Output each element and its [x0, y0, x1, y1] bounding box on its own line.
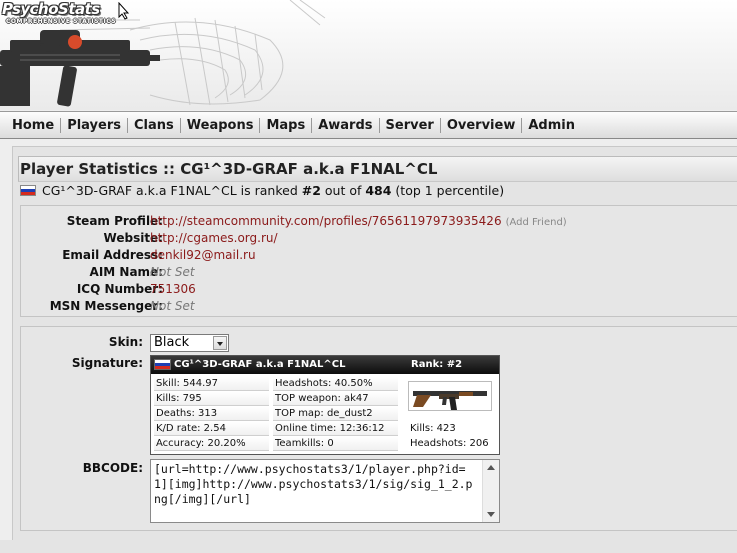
add-friend-link[interactable]: (Add Friend)	[506, 217, 567, 228]
page-title: Player Statistics :: CG¹^3D-GRAF a.k.a F…	[20, 160, 438, 178]
nav-admin[interactable]: Admin	[522, 118, 581, 133]
website-link[interactable]: http://cgames.org.ru/	[150, 231, 278, 245]
russia-flag-icon	[20, 185, 36, 196]
site-header: PsychoStats COMPREHENSIVE STATISTICS	[0, 0, 737, 110]
signature-rank: Rank: #2	[411, 359, 463, 370]
signature-image: CG¹^3D-GRAF a.k.a F1NAL^CL Rank: #2 Skil…	[150, 355, 500, 455]
website-row: Website: http://cgames.org.ru/	[20, 231, 737, 248]
rank-prefix: is ranked	[236, 183, 302, 198]
bbcode-scrollbar[interactable]	[482, 460, 499, 522]
nav-home[interactable]: Home	[6, 117, 62, 133]
sig-weapon-headshots: Headshots: 206	[410, 438, 489, 449]
nav-maps[interactable]: Maps	[260, 117, 313, 133]
steam-profile-label: Steam Profile:	[66, 214, 163, 228]
email-row: Email Address: denkil92@mail.ru	[20, 248, 737, 265]
icq-row: ICQ Number: 751306	[20, 282, 737, 299]
steam-profile-url[interactable]: http://steamcommunity.com/profiles/76561…	[150, 214, 502, 228]
sig-stat-top-map: TOP map: de_dust2	[273, 407, 398, 421]
total-players: 484	[365, 183, 392, 198]
sig-stat-accuracy: Accuracy: 20.20%	[154, 437, 269, 451]
scroll-down-icon[interactable]	[487, 512, 495, 517]
skin-selected-value: Black	[154, 335, 190, 350]
nav-players[interactable]: Players	[61, 117, 128, 133]
nav-overview[interactable]: Overview	[441, 117, 523, 133]
sig-stat-teamkills: Teamkills: 0	[273, 437, 398, 451]
player-rank: #2	[301, 183, 321, 198]
sig-weapon-kills: Kills: 423	[410, 423, 456, 434]
mouse-cursor-icon	[118, 2, 130, 20]
aim-row: AIM Name: Not Set	[20, 265, 737, 282]
skin-label: Skin:	[108, 335, 143, 349]
nav-awards[interactable]: Awards	[312, 117, 380, 133]
percentile-text: (top 1 percentile)	[391, 183, 505, 198]
logo-title: PsychoStats	[2, 0, 100, 18]
msn-label: MSN Messenger:	[49, 299, 163, 313]
msn-value: Not Set	[150, 299, 195, 313]
steam-profile-link: http://steamcommunity.com/profiles/76561…	[150, 214, 567, 228]
ak47-rifle-icon	[408, 381, 492, 411]
signature-header: CG¹^3D-GRAF a.k.a F1NAL^CL Rank: #2	[151, 356, 499, 374]
nav-server[interactable]: Server	[380, 117, 441, 133]
rank-middle: out of	[320, 183, 366, 198]
email-label: Email Address:	[62, 248, 163, 262]
sig-stat-online-time: Online time: 12:36:12	[273, 422, 398, 436]
main-nav: Home Players Clans Weapons Maps Awards S…	[0, 111, 737, 139]
msn-row: MSN Messenger: Not Set	[20, 299, 737, 316]
bbcode-textarea[interactable]: [url=http://www.psychostats3/1/player.ph…	[150, 459, 500, 523]
icq-link[interactable]: 751306	[150, 282, 196, 296]
nav-clans[interactable]: Clans	[128, 117, 181, 133]
skin-select[interactable]: Black	[150, 334, 229, 352]
sig-stat-kills: Kills: 795	[154, 392, 269, 406]
signature-label: Signature:	[71, 356, 143, 370]
sig-stat-top-weapon: TOP weapon: ak47	[273, 392, 398, 406]
sig-stat-skill: Skill: 544.97	[154, 377, 269, 391]
russia-flag-icon	[154, 359, 171, 370]
steam-profile-row: Steam Profile: http://steamcommunity.com…	[20, 214, 737, 231]
sig-stat-deaths: Deaths: 313	[154, 407, 269, 421]
player-name: CG¹^3D-GRAF a.k.a F1NAL^CL	[42, 183, 237, 198]
signature-player-name: CG¹^3D-GRAF a.k.a F1NAL^CL	[174, 359, 346, 370]
bbcode-label: BBCODE:	[82, 461, 143, 475]
logo-subtitle: COMPREHENSIVE STATISTICS	[6, 18, 117, 25]
chevron-down-icon[interactable]	[213, 336, 227, 350]
sig-stat-kd-rate: K/D rate: 2.54	[154, 422, 269, 436]
page-bottom	[0, 540, 737, 553]
rank-line: CG¹^3D-GRAF a.k.a F1NAL^CL is ranked #2 …	[20, 183, 504, 198]
scroll-up-icon[interactable]	[487, 465, 495, 470]
aim-value: Not Set	[150, 265, 195, 279]
site-logo[interactable]: PsychoStats COMPREHENSIVE STATISTICS	[2, 0, 117, 26]
email-link[interactable]: denkil92@mail.ru	[150, 248, 256, 262]
nav-weapons[interactable]: Weapons	[181, 117, 261, 133]
sig-stat-headshots: Headshots: 40.50%	[273, 377, 398, 391]
